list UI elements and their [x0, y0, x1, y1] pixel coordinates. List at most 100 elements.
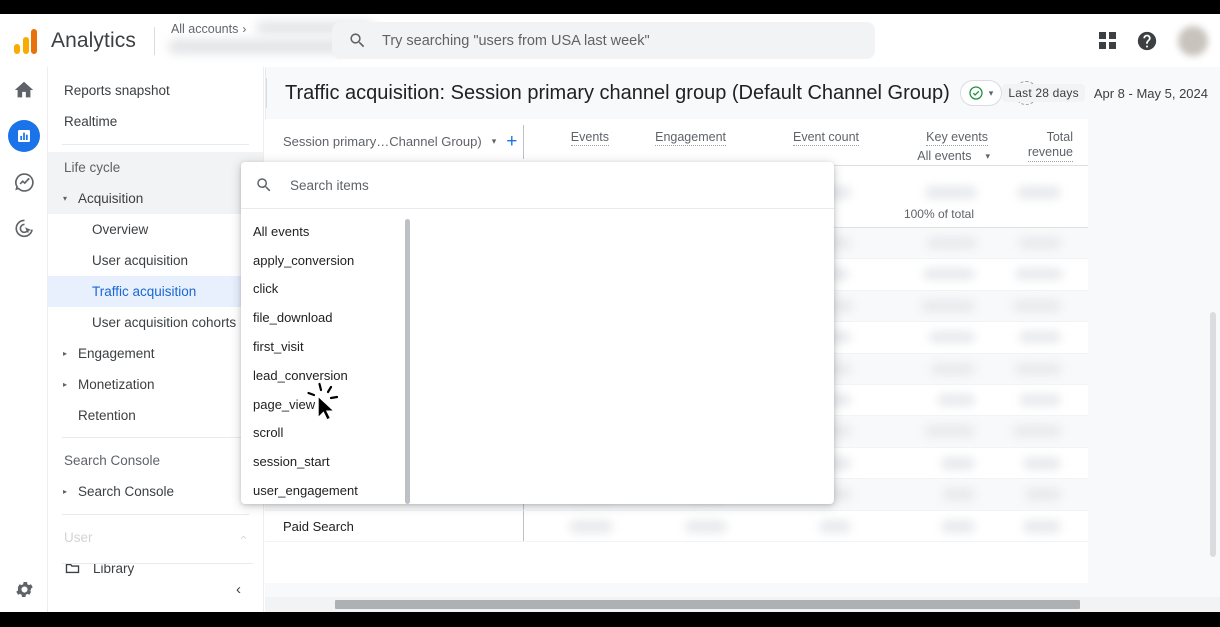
sidebar-section-life-cycle[interactable]: Life cycle: [48, 152, 263, 183]
dropdown-item-user-engagement[interactable]: user_engagement: [241, 476, 407, 504]
advertising-target-icon: [13, 217, 36, 240]
total-revenue-line2: revenue: [1028, 145, 1073, 160]
cell-total-revenue: [1023, 520, 1061, 533]
sidebar-item-label: Realtime: [64, 114, 117, 129]
rail-item-reports[interactable]: [0, 113, 48, 159]
sidebar-item-library[interactable]: Library: [48, 553, 263, 584]
dimension-selector[interactable]: Session primary…Channel Group) ▾ +: [283, 132, 517, 151]
column-header-event-count[interactable]: Event count: [793, 130, 859, 146]
sidebar-group-label: Monetization: [78, 377, 155, 392]
row-vertical-divider: [523, 511, 524, 541]
dropdown-item-label: session_start: [253, 454, 330, 469]
sidebar-item-label: Reports snapshot: [64, 83, 170, 98]
column-header-key-events[interactable]: Key events: [926, 130, 988, 146]
sidebar-nav: Reports snapshot Realtime Life cycle ▾ A…: [48, 67, 264, 612]
caret-right-icon: ▸: [60, 487, 70, 496]
cell-total-revenue: [1019, 331, 1061, 343]
dropdown-item-label: All events: [253, 224, 309, 239]
search-icon: [348, 31, 367, 50]
summary-value-key-events: [925, 186, 977, 199]
sidebar-group-label: Search Console: [78, 484, 174, 499]
dropdown-search-input[interactable]: Search items: [241, 162, 834, 209]
rail-item-admin[interactable]: [0, 579, 48, 600]
dropdown-scrollbar[interactable]: [405, 219, 410, 504]
horizontal-scrollbar-thumb[interactable]: [335, 600, 1080, 609]
summary-percent-label: 100% of total: [904, 207, 974, 221]
sidebar-item-reports-snapshot[interactable]: Reports snapshot: [48, 75, 263, 106]
sidebar-group-monetization[interactable]: ▸ Monetization: [48, 369, 263, 400]
dropdown-item-all-events[interactable]: All events: [241, 217, 407, 246]
row-label: Paid Search: [283, 519, 354, 534]
dropdown-item-label: scroll: [253, 425, 283, 440]
dropdown-item-label: apply_conversion: [253, 253, 354, 268]
caret-down-icon: ▾: [60, 194, 70, 203]
key-events-selector[interactable]: All events ▾: [917, 149, 990, 163]
sidebar-bottom-divider: [62, 563, 253, 564]
sidebar-group-acquisition[interactable]: ▾ Acquisition: [48, 183, 263, 214]
column-header-total-revenue[interactable]: Total revenue: [1028, 130, 1073, 162]
dropdown-item-scroll[interactable]: scroll: [241, 419, 407, 448]
header-actions: [1099, 14, 1208, 67]
sidebar-item-user-acquisition[interactable]: User acquisition: [48, 245, 263, 276]
dropdown-item-first-visit[interactable]: first_visit: [241, 332, 407, 361]
dropdown-item-lead-conversion[interactable]: lead_conversion: [241, 361, 407, 390]
caret-right-icon: ▸: [60, 349, 70, 358]
cell-total-revenue: [1015, 363, 1061, 375]
dropdown-item-page-view[interactable]: page_view: [241, 390, 407, 419]
header-divider: [154, 27, 155, 55]
dropdown-item-file-download[interactable]: file_download: [241, 303, 407, 332]
avatar[interactable]: [1178, 26, 1208, 56]
sidebar-item-traffic-acquisition[interactable]: Traffic acquisition: [48, 276, 263, 307]
sidebar-item-user-acquisition-cohorts[interactable]: User acquisition cohorts: [48, 307, 263, 338]
page-title: Traffic acquisition: Session primary cha…: [285, 82, 950, 105]
table-row[interactable]: Paid Search: [265, 511, 1088, 542]
cell-key-events: [929, 331, 975, 343]
dropdown-item-label: click: [253, 281, 278, 296]
dropdown-item-apply-conversion[interactable]: apply_conversion: [241, 246, 407, 275]
key-events-selector-label: All events: [917, 149, 971, 163]
help-icon[interactable]: [1136, 30, 1158, 52]
cell-total-revenue: [1023, 457, 1061, 470]
sidebar-group-search-console[interactable]: ▸ Search Console: [48, 476, 263, 507]
add-dimension-button[interactable]: +: [506, 132, 517, 151]
cell-key-events: [927, 237, 977, 249]
breadcrumb-all-accounts: All accounts: [171, 22, 238, 36]
cell-total-revenue: [1025, 488, 1061, 501]
sidebar-item-label: Traffic acquisition: [92, 284, 196, 299]
sidebar-group-label: Engagement: [78, 346, 155, 361]
rail-item-explore[interactable]: [0, 159, 48, 205]
search-input[interactable]: Try searching "users from USA last week": [332, 22, 875, 59]
cell-key-events: [925, 425, 975, 437]
sidebar-item-realtime[interactable]: Realtime: [48, 106, 263, 137]
sidebar-section-label: Search Console: [64, 453, 160, 468]
column-header-events[interactable]: Events: [571, 130, 609, 146]
app-header: Analytics All accounts › Try searching "…: [0, 14, 1220, 67]
analytics-logo-icon: [14, 28, 37, 54]
sidebar-section-search-console[interactable]: Search Console: [48, 445, 263, 476]
dropdown-item-session-start[interactable]: session_start: [241, 447, 407, 476]
sidebar-item-overview[interactable]: Overview: [48, 214, 263, 245]
cell-key-events: [941, 457, 975, 470]
table-header-row: Session primary…Channel Group) ▾ + Event…: [265, 119, 1088, 166]
apps-grid-icon[interactable]: [1099, 32, 1116, 49]
sidebar-collapse-button[interactable]: ‹: [236, 581, 241, 598]
date-range-selector[interactable]: Last 28 days Apr 8 - May 5, 2024: [1002, 84, 1208, 102]
summary-value-total-revenue: [1017, 186, 1061, 199]
vertical-scrollbar[interactable]: [1210, 312, 1216, 557]
rail-item-advertising[interactable]: [0, 205, 48, 251]
cell-engagement: [685, 520, 727, 533]
horizontal-scrollbar[interactable]: [265, 597, 1220, 612]
bar-chart-icon: [16, 128, 32, 144]
sidebar-item-retention[interactable]: Retention: [48, 400, 263, 430]
dropdown-search-placeholder: Search items: [290, 178, 369, 193]
dropdown-item-click[interactable]: click: [241, 275, 407, 304]
sidebar-section-user[interactable]: User: [48, 522, 263, 553]
sidebar-item-label: Overview: [92, 222, 148, 237]
cell-total-revenue: [1015, 268, 1063, 280]
status-badge[interactable]: ▾: [960, 80, 1003, 106]
column-header-engagement[interactable]: Engagement: [655, 130, 726, 146]
account-breadcrumb[interactable]: All accounts ›: [171, 19, 346, 63]
sidebar-group-engagement[interactable]: ▸ Engagement: [48, 338, 263, 369]
rail-item-home[interactable]: [0, 67, 48, 113]
cell-total-revenue: [1013, 425, 1061, 437]
